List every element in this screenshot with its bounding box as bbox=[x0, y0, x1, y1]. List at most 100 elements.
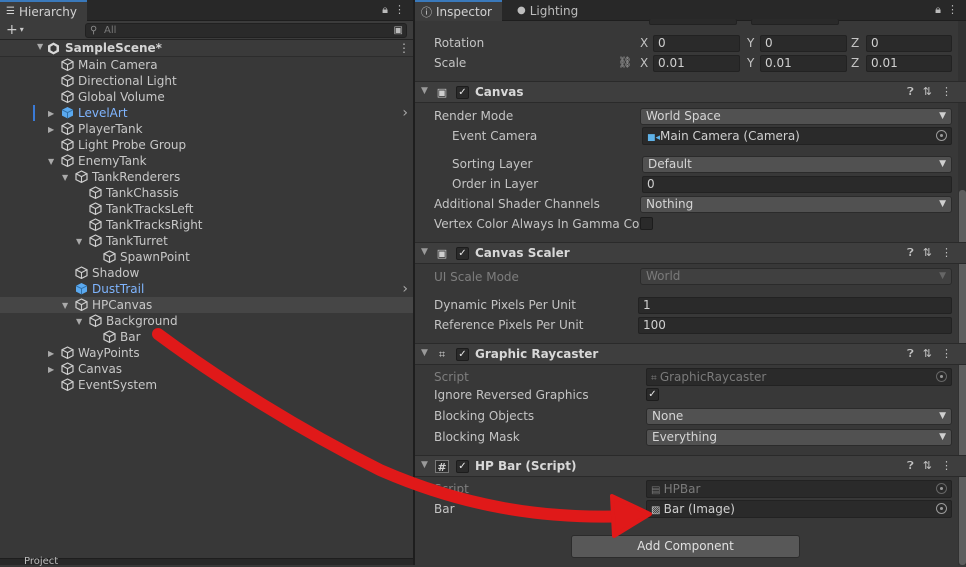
hierarchy-item[interactable]: SpawnPoint bbox=[0, 249, 413, 265]
component-menu-icon[interactable]: ⋮ bbox=[941, 246, 952, 260]
lock-icon[interactable]: 🔒︎ bbox=[382, 3, 388, 17]
project-tab[interactable]: Project bbox=[24, 556, 58, 567]
expand-down-icon[interactable]: ▼ bbox=[48, 157, 54, 166]
presets-icon[interactable]: ⇅ bbox=[923, 347, 932, 361]
hierarchy-item[interactable]: Global Volume bbox=[0, 89, 413, 105]
scale-x-field[interactable]: 0.01 bbox=[653, 55, 740, 72]
hierarchy-item[interactable]: TankTracksRight bbox=[0, 217, 413, 233]
add-component-button[interactable]: Add Component bbox=[571, 535, 800, 558]
expand-right-icon[interactable]: ▶ bbox=[48, 349, 54, 358]
order-in-layer-field[interactable]: 0 bbox=[642, 176, 952, 193]
expand-right-icon[interactable]: ▶ bbox=[48, 365, 54, 374]
rotation-x-axis-label[interactable]: X bbox=[640, 33, 648, 53]
scale-z-field[interactable]: 0.01 bbox=[866, 55, 952, 72]
hierarchy-search-input[interactable]: ⚲ All ▣ bbox=[85, 23, 407, 38]
expand-right-icon[interactable]: ▶ bbox=[48, 109, 54, 118]
rotation-y-field[interactable]: 0 bbox=[760, 35, 847, 52]
scene-more-icon[interactable]: ⋮ bbox=[398, 41, 410, 55]
scene-header[interactable]: ▼ SampleScene* ⋮ bbox=[0, 40, 413, 57]
expand-down-icon[interactable]: ▼ bbox=[62, 301, 68, 310]
shader-channels-dropdown[interactable]: Nothing ▼ bbox=[640, 196, 952, 213]
hierarchy-item[interactable]: ▶ WayPoints bbox=[0, 345, 413, 361]
rotation-x-field[interactable]: 0 bbox=[653, 35, 740, 52]
render-mode-dropdown[interactable]: World Space ▼ bbox=[640, 108, 952, 125]
bar-image-field[interactable]: ▨ Bar (Image) bbox=[646, 500, 952, 518]
hierarchy-item[interactable]: Main Camera bbox=[0, 57, 413, 73]
event-camera-field[interactable]: ■◂Main Camera (Camera) bbox=[642, 127, 952, 145]
blocking-mask-dropdown[interactable]: Everything ▼ bbox=[646, 429, 952, 446]
hierarchy-tab[interactable]: ☰ Hierarchy bbox=[0, 0, 87, 21]
open-prefab-chevron-icon[interactable]: › bbox=[402, 105, 408, 121]
position-z-field-partial[interactable] bbox=[751, 19, 839, 25]
create-button[interactable]: + ▾ bbox=[6, 22, 24, 38]
search-filter-icon[interactable]: ▣ bbox=[394, 24, 403, 37]
blocking-objects-dropdown[interactable]: None ▼ bbox=[646, 408, 952, 425]
more-icon[interactable]: ⋮ bbox=[947, 3, 958, 17]
hierarchy-item[interactable]: DustTrail › bbox=[0, 281, 413, 297]
inspector-tab[interactable]: ⓘ Inspector bbox=[415, 0, 502, 21]
object-picker-icon[interactable] bbox=[936, 130, 947, 141]
hierarchy-item[interactable]: Bar bbox=[0, 329, 413, 345]
scale-y-field[interactable]: 0.01 bbox=[760, 55, 847, 72]
component-menu-icon[interactable]: ⋮ bbox=[941, 85, 952, 99]
hierarchy-item[interactable]: TankTracksLeft bbox=[0, 201, 413, 217]
scale-y-axis-label[interactable]: Y bbox=[747, 53, 754, 73]
presets-icon[interactable]: ⇅ bbox=[923, 85, 932, 99]
position-y-field-partial[interactable] bbox=[649, 19, 737, 25]
help-icon[interactable]: ❓︎ bbox=[907, 459, 914, 473]
scene-expand-icon[interactable]: ▼ bbox=[37, 42, 43, 51]
expand-down-icon[interactable]: ▼ bbox=[62, 173, 68, 182]
hierarchy-item[interactable]: ▼ TankTurret bbox=[0, 233, 413, 249]
more-icon[interactable]: ⋮ bbox=[394, 3, 405, 17]
hierarchy-item[interactable]: ▶ LevelArt › bbox=[0, 105, 413, 121]
lock-icon[interactable]: 🔒︎ bbox=[935, 3, 941, 17]
rotation-y-axis-label[interactable]: Y bbox=[747, 33, 754, 53]
hierarchy-item[interactable]: EventSystem bbox=[0, 377, 413, 393]
scale-x-axis-label[interactable]: X bbox=[640, 53, 648, 73]
lighting-tab[interactable]: ● Lighting bbox=[507, 0, 588, 21]
object-picker-icon[interactable] bbox=[936, 503, 947, 514]
dynamic-pixels-field[interactable]: 1 bbox=[638, 297, 952, 314]
expand-down-icon[interactable]: ▼ bbox=[76, 317, 82, 326]
hierarchy-item[interactable]: Directional Light bbox=[0, 73, 413, 89]
hierarchy-item[interactable]: ▼ EnemyTank bbox=[0, 153, 413, 169]
fold-down-icon[interactable]: ▼ bbox=[421, 348, 428, 358]
component-menu-icon[interactable]: ⋮ bbox=[941, 459, 952, 473]
presets-icon[interactable]: ⇅ bbox=[923, 246, 932, 260]
open-prefab-chevron-icon[interactable]: › bbox=[402, 281, 408, 297]
scale-z-axis-label[interactable]: Z bbox=[851, 53, 859, 73]
hp-bar-enabled-checkbox[interactable]: ✓ bbox=[456, 460, 469, 473]
presets-icon[interactable]: ⇅ bbox=[923, 459, 932, 473]
hierarchy-item[interactable]: ▶ Canvas bbox=[0, 361, 413, 377]
fold-down-icon[interactable]: ▼ bbox=[421, 86, 428, 96]
expand-down-icon[interactable]: ▼ bbox=[76, 237, 82, 246]
reference-pixels-field[interactable]: 100 bbox=[638, 317, 952, 334]
hierarchy-item[interactable]: TankChassis bbox=[0, 185, 413, 201]
canvas-component-header[interactable]: ▼ ▣ ✓ Canvas ❓︎ ⇅ ⋮ bbox=[415, 81, 966, 103]
raycaster-enabled-checkbox[interactable]: ✓ bbox=[456, 348, 469, 361]
help-icon[interactable]: ❓︎ bbox=[907, 347, 914, 361]
expand-right-icon[interactable]: ▶ bbox=[48, 125, 54, 134]
link-broken-icon[interactable]: ⛓︎ bbox=[618, 56, 632, 69]
rotation-z-axis-label[interactable]: Z bbox=[851, 33, 859, 53]
canvas-scaler-enabled-checkbox[interactable]: ✓ bbox=[456, 247, 469, 260]
hierarchy-item[interactable]: ▶ PlayerTank bbox=[0, 121, 413, 137]
rotation-z-field[interactable]: 0 bbox=[866, 35, 952, 52]
hierarchy-item[interactable]: Shadow bbox=[0, 265, 413, 281]
hierarchy-item[interactable]: ▼ TankRenderers bbox=[0, 169, 413, 185]
vertex-color-checkbox[interactable] bbox=[640, 217, 653, 230]
hierarchy-item[interactable]: ▼ Background bbox=[0, 313, 413, 329]
fold-down-icon[interactable]: ▼ bbox=[421, 460, 428, 470]
ignore-reversed-checkbox[interactable]: ✓ bbox=[646, 388, 659, 401]
canvas-enabled-checkbox[interactable]: ✓ bbox=[456, 86, 469, 99]
canvas-scaler-header[interactable]: ▼ ▣ ✓ Canvas Scaler ❓︎ ⇅ ⋮ bbox=[415, 242, 966, 264]
graphic-raycaster-header[interactable]: ▼ ⌗ ✓ Graphic Raycaster ❓︎ ⇅ ⋮ bbox=[415, 343, 966, 365]
fold-down-icon[interactable]: ▼ bbox=[421, 247, 428, 257]
help-icon[interactable]: ❓︎ bbox=[907, 85, 914, 99]
hierarchy-item[interactable]: ▼ HPCanvas bbox=[0, 297, 413, 313]
hierarchy-item[interactable]: Light Probe Group bbox=[0, 137, 413, 153]
hp-bar-script-header[interactable]: ▼ # ✓ HP Bar (Script) ❓︎ ⇅ ⋮ bbox=[415, 455, 966, 477]
component-menu-icon[interactable]: ⋮ bbox=[941, 347, 952, 361]
help-icon[interactable]: ❓︎ bbox=[907, 246, 914, 260]
sorting-layer-dropdown[interactable]: Default ▼ bbox=[642, 156, 952, 173]
